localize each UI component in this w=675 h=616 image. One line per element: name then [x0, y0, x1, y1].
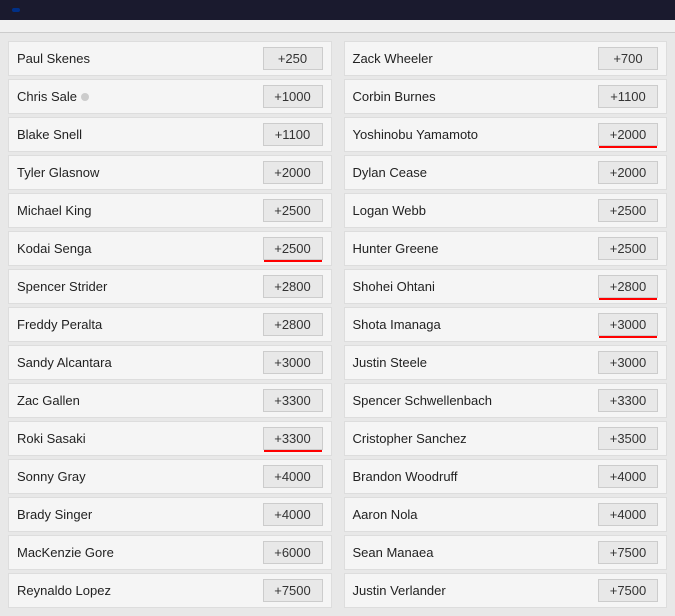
table-row[interactable]: Roki Sasaki +3300 [8, 421, 332, 456]
odds-value[interactable]: +4000 [598, 503, 658, 526]
odds-value[interactable]: +2800 [263, 313, 323, 336]
player-name: Brandon Woodruff [353, 469, 458, 484]
odds-value[interactable]: +3300 [598, 389, 658, 412]
player-name: Justin Steele [353, 355, 427, 370]
odds-value[interactable]: +7500 [598, 579, 658, 602]
odds-value[interactable]: +700 [598, 47, 658, 70]
table-row[interactable]: Sonny Gray +4000 [8, 459, 332, 494]
odds-value[interactable]: +3000 [263, 351, 323, 374]
odds-value[interactable]: +4000 [263, 465, 323, 488]
odds-value[interactable]: +3300 [263, 389, 323, 412]
player-name: Michael King [17, 203, 91, 218]
player-name: Paul Skenes [17, 51, 90, 66]
odds-value[interactable]: +1000 [263, 85, 323, 108]
odds-value[interactable]: +4000 [598, 465, 658, 488]
right-column: Zack Wheeler +700 Corbin Burnes +1100 Yoshin… [344, 41, 668, 608]
table-row[interactable]: Zac Gallen +3300 [8, 383, 332, 418]
player-name: Hunter Greene [353, 241, 439, 256]
player-name: MacKenzie Gore [17, 545, 114, 560]
player-name: Yoshinobu Yamamoto [353, 127, 479, 142]
table-row[interactable]: Sandy Alcantara +3000 [8, 345, 332, 380]
odds-value[interactable]: +4000 [263, 503, 323, 526]
table-row[interactable]: Sean Manaea +7500 [344, 535, 668, 570]
odds-value[interactable]: +250 [263, 47, 323, 70]
subtitle [0, 20, 675, 33]
table-row[interactable]: Freddy Peralta +2800 [8, 307, 332, 342]
table-row[interactable]: Justin Verlander +7500 [344, 573, 668, 608]
odds-value[interactable]: +2500 [598, 237, 658, 260]
table-row[interactable]: Dylan Cease +2000 [344, 155, 668, 190]
odds-value[interactable]: +2500 [263, 199, 323, 222]
odds-value[interactable]: +2500 [263, 237, 323, 260]
odds-value[interactable]: +2800 [598, 275, 658, 298]
player-name: Kodai Senga [17, 241, 91, 256]
odds-value[interactable]: +7500 [598, 541, 658, 564]
table-row[interactable]: Michael King +2500 [8, 193, 332, 228]
player-name: Corbin Burnes [353, 89, 436, 104]
player-name: Shohei Ohtani [353, 279, 435, 294]
player-name: Brady Singer [17, 507, 92, 522]
table-row[interactable]: MacKenzie Gore +6000 [8, 535, 332, 570]
table-row[interactable]: Zack Wheeler +700 [344, 41, 668, 76]
odds-value[interactable]: +1100 [263, 123, 323, 146]
table-row[interactable]: Chris Sale +1000 [8, 79, 332, 114]
player-name: Logan Webb [353, 203, 427, 218]
odds-value[interactable]: +2800 [263, 275, 323, 298]
player-name: Roki Sasaki [17, 431, 86, 446]
table-row[interactable]: Hunter Greene +2500 [344, 231, 668, 266]
table-row[interactable]: Spencer Strider +2800 [8, 269, 332, 304]
player-name: Shota Imanaga [353, 317, 441, 332]
table-row[interactable]: Kodai Senga +2500 [8, 231, 332, 266]
mlb-logo [12, 8, 20, 12]
odds-value[interactable]: +2000 [263, 161, 323, 184]
odds-value[interactable]: +1100 [598, 85, 658, 108]
odds-value[interactable]: +3000 [598, 351, 658, 374]
odds-value[interactable]: +3000 [598, 313, 658, 336]
odds-value[interactable]: +6000 [263, 541, 323, 564]
table-row[interactable]: Shohei Ohtani +2800 [344, 269, 668, 304]
player-name: Tyler Glasnow [17, 165, 99, 180]
table-row[interactable]: Blake Snell +1100 [8, 117, 332, 152]
left-column: Paul Skenes +250 Chris Sale +1000 Blake Snel… [8, 41, 332, 608]
player-name: Zac Gallen [17, 393, 80, 408]
table-row[interactable]: Reynaldo Lopez +7500 [8, 573, 332, 608]
table-row[interactable]: Spencer Schwellenbach +3300 [344, 383, 668, 418]
player-name: Justin Verlander [353, 583, 446, 598]
player-name: Sonny Gray [17, 469, 86, 484]
player-name: Sean Manaea [353, 545, 434, 560]
table-row[interactable]: Brandon Woodruff +4000 [344, 459, 668, 494]
player-name: Chris Sale [17, 89, 89, 104]
table-row[interactable]: Shota Imanaga +3000 [344, 307, 668, 342]
title-bar [0, 0, 675, 20]
odds-value[interactable]: +3300 [263, 427, 323, 450]
table-row[interactable]: Paul Skenes +250 [8, 41, 332, 76]
player-name: Sandy Alcantara [17, 355, 112, 370]
table-row[interactable]: Yoshinobu Yamamoto +2000 [344, 117, 668, 152]
player-name: Cristopher Sanchez [353, 431, 467, 446]
player-name: Freddy Peralta [17, 317, 102, 332]
player-name: Spencer Strider [17, 279, 107, 294]
odds-value[interactable]: +7500 [263, 579, 323, 602]
player-name: Reynaldo Lopez [17, 583, 111, 598]
player-name: Spencer Schwellenbach [353, 393, 492, 408]
table-row[interactable]: Brady Singer +4000 [8, 497, 332, 532]
player-name: Aaron Nola [353, 507, 418, 522]
odds-value[interactable]: +2000 [598, 123, 658, 146]
player-name: Blake Snell [17, 127, 82, 142]
player-name: Zack Wheeler [353, 51, 433, 66]
table-row[interactable]: Aaron Nola +4000 [344, 497, 668, 532]
table-row[interactable]: Corbin Burnes +1100 [344, 79, 668, 114]
table-row[interactable]: Cristopher Sanchez +3500 [344, 421, 668, 456]
odds-value[interactable]: +3500 [598, 427, 658, 450]
odds-value[interactable]: +2000 [598, 161, 658, 184]
odds-value[interactable]: +2500 [598, 199, 658, 222]
table-row[interactable]: Justin Steele +3000 [344, 345, 668, 380]
table-row[interactable]: Logan Webb +2500 [344, 193, 668, 228]
table-row[interactable]: Tyler Glasnow +2000 [8, 155, 332, 190]
indicator-dot [81, 93, 89, 101]
player-name: Dylan Cease [353, 165, 427, 180]
